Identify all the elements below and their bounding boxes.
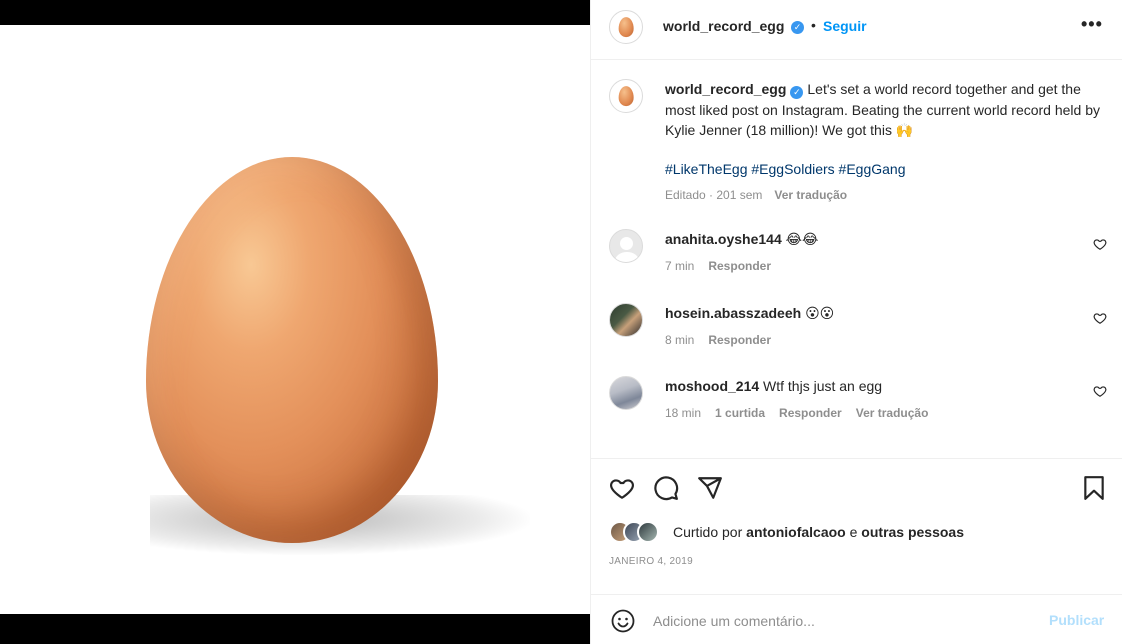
post-header: world_record_egg ✓ • Seguir ••• [591, 0, 1122, 60]
add-comment-bar: Publicar [591, 594, 1122, 644]
comment-heart-icon[interactable] [1093, 237, 1107, 251]
comment-username[interactable]: moshood_214 [665, 378, 759, 394]
likes-others[interactable]: outras pessoas [861, 524, 964, 540]
commenter-avatar[interactable] [609, 229, 643, 263]
egg-photo [146, 157, 438, 543]
reply-button[interactable]: Responder [708, 259, 771, 273]
translate-button[interactable]: Ver tradução [774, 188, 847, 202]
likes-conjunction: e [849, 524, 858, 540]
comment-text: Wtf thjs just an egg [763, 378, 883, 394]
translate-button[interactable]: Ver tradução [856, 406, 929, 420]
comment-heart-icon[interactable] [1093, 311, 1107, 325]
comment-text: 😮😮 [805, 305, 835, 321]
comment-username[interactable]: hosein.abasszadeeh [665, 305, 801, 321]
comment-icon[interactable] [653, 475, 679, 501]
heart-icon[interactable] [609, 475, 635, 501]
caption-username[interactable]: world_record_egg [665, 81, 786, 97]
caption-meta: Editado · 201 sem Ver tradução [665, 185, 1105, 206]
comment-text: 😂😂 [785, 231, 819, 247]
share-icon[interactable] [697, 475, 723, 501]
comment-time: 7 min [665, 259, 695, 273]
post-panel: world_record_egg ✓ • Seguir ••• world_re… [590, 0, 1122, 644]
commenter-avatar[interactable] [609, 376, 643, 410]
liker-username[interactable]: antoniofalcaoo [746, 524, 846, 540]
commenter-avatar[interactable] [609, 303, 643, 337]
verified-icon: ✓ [791, 21, 804, 34]
emoji-icon[interactable] [611, 609, 635, 633]
likes-prefix: Curtido por [673, 524, 743, 540]
comments-section[interactable]: world_record_egg ✓ Let's set a world recor… [591, 61, 1122, 458]
verified-icon: ✓ [790, 86, 804, 99]
reply-button[interactable]: Responder [779, 406, 842, 420]
post-date: JANEIRO 4, 2019 [609, 556, 693, 567]
comment-username[interactable]: anahita.oyshe144 [665, 231, 782, 247]
comment-time: 18 min [665, 406, 702, 420]
likes-text[interactable]: Curtido por antoniofalcaoo e outras pess… [673, 524, 964, 540]
author-username[interactable]: world_record_egg [663, 18, 784, 34]
liker-avatar[interactable] [637, 521, 659, 543]
follow-button[interactable]: Seguir [823, 18, 867, 34]
more-icon[interactable]: ••• [1081, 14, 1103, 35]
post-actions: Curtido por antoniofalcaoo e outras pess… [591, 458, 1122, 644]
caption-hashtags[interactable]: #LikeTheEgg #EggSoldiers #EggGang [665, 159, 1105, 180]
comment-input[interactable] [653, 605, 1033, 637]
likes-count[interactable]: 1 curtida [715, 406, 765, 420]
separator-dot: • [811, 17, 816, 33]
likes-summary: Curtido por antoniofalcaoo e outras pess… [609, 521, 1109, 543]
comment-heart-icon[interactable] [1093, 384, 1107, 398]
comment-time: 8 min [665, 333, 695, 347]
caption-time: Editado · 201 sem [665, 188, 763, 202]
bookmark-icon[interactable] [1081, 475, 1107, 501]
publish-button[interactable]: Publicar [1049, 612, 1104, 628]
reply-button[interactable]: Responder [708, 333, 771, 347]
post-media[interactable] [0, 0, 590, 644]
post-image[interactable] [0, 25, 590, 614]
author-avatar[interactable] [609, 10, 643, 44]
caption-avatar[interactable] [609, 79, 643, 113]
